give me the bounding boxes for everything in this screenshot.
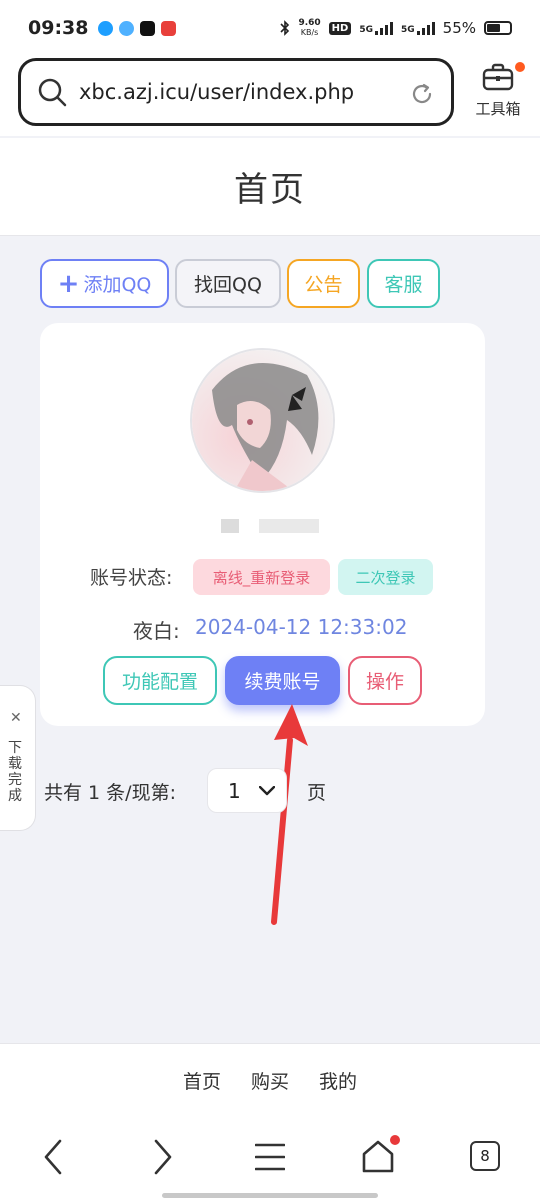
search-icon bbox=[38, 78, 67, 107]
battery-percent: 55% bbox=[442, 19, 476, 37]
url-field[interactable]: xbc.azj.icu/user/index.php bbox=[18, 58, 454, 126]
config-button[interactable]: 功能配置 bbox=[103, 656, 217, 705]
bottom-nav-buy[interactable]: 购买 bbox=[251, 1067, 289, 1094]
bottom-nav-mine[interactable]: 我的 bbox=[319, 1067, 357, 1094]
status-bar: 09:38 9.60 KB/s HD 5G 5G 55% bbox=[0, 0, 540, 56]
pagination-label: 共有 1 条/现第: bbox=[44, 782, 176, 804]
notice-button[interactable]: 公告 bbox=[287, 259, 360, 308]
toolbox-notification-dot bbox=[515, 62, 525, 72]
account-status-label: 账号状态: bbox=[90, 567, 173, 589]
page-bottom-nav: 首页 购买 我的 bbox=[0, 1043, 540, 1117]
url-text: xbc.azj.icu/user/index.php bbox=[79, 80, 355, 104]
close-icon[interactable]: ✕ bbox=[10, 710, 22, 726]
find-qq-label: 找回QQ bbox=[194, 274, 262, 296]
hd-icon: HD bbox=[328, 21, 352, 35]
page-select[interactable]: 1 bbox=[207, 768, 287, 813]
toolbox-button[interactable]: 工具箱 bbox=[470, 62, 526, 119]
masked-username-2 bbox=[259, 519, 319, 533]
service-button[interactable]: 客服 bbox=[367, 259, 440, 308]
status-indicators: 9.60 KB/s HD 5G 5G 55% bbox=[280, 19, 512, 37]
avatar-image bbox=[192, 350, 333, 491]
status-app-icons bbox=[98, 20, 177, 36]
page-header: 首页 bbox=[0, 138, 540, 236]
operate-button[interactable]: 操作 bbox=[348, 656, 422, 705]
pagination-suffix: 页 bbox=[307, 782, 327, 804]
download-complete-label: 下载完成 bbox=[8, 740, 22, 804]
back-icon[interactable] bbox=[42, 1137, 66, 1177]
status-time: 09:38 bbox=[28, 17, 89, 39]
status-badge-offline[interactable]: 离线_重新登录 bbox=[193, 559, 330, 595]
page-title: 首页 bbox=[234, 170, 306, 210]
forward-icon[interactable] bbox=[150, 1137, 174, 1177]
net-speed: 9.60 KB/s bbox=[298, 18, 321, 38]
find-qq-button[interactable]: 找回QQ bbox=[175, 259, 281, 308]
status-badge-second-login[interactable]: 二次登录 bbox=[338, 559, 433, 595]
signal-5g-2: 5G bbox=[401, 21, 435, 35]
news-app-icon bbox=[161, 20, 177, 36]
masked-username bbox=[221, 519, 239, 533]
notice-label: 公告 bbox=[304, 274, 343, 296]
account-name-label: 夜白: bbox=[133, 619, 180, 643]
home-notification-dot bbox=[390, 1135, 400, 1145]
add-qq-button[interactable]: + 添加QQ bbox=[40, 259, 169, 308]
browser-app-icon bbox=[98, 20, 114, 36]
renew-account-button[interactable]: 续费账号 bbox=[225, 656, 340, 705]
add-qq-label: 添加QQ bbox=[83, 274, 152, 296]
download-complete-tab[interactable]: ✕ 下载完成 bbox=[0, 685, 36, 831]
battery-icon bbox=[484, 21, 512, 35]
signal-bars-icon bbox=[416, 21, 435, 35]
signal-5g-1: 5G bbox=[359, 21, 393, 35]
toolbox-icon bbox=[482, 63, 514, 91]
cloud-app-icon bbox=[119, 20, 135, 36]
toolbox-label: 工具箱 bbox=[475, 100, 521, 118]
account-card: 账号状态: 离线_重新登录 二次登录 夜白: 2024-04-12 12:33:… bbox=[40, 323, 485, 726]
avatar bbox=[190, 348, 335, 493]
chevron-down-icon bbox=[258, 785, 275, 795]
address-bar: xbc.azj.icu/user/index.php 工具箱 bbox=[0, 56, 540, 136]
tab-count-button[interactable]: 8 bbox=[470, 1141, 500, 1171]
signal-bars-icon bbox=[375, 21, 393, 35]
account-timestamp: 2024-04-12 12:33:02 bbox=[195, 615, 408, 639]
menu-icon[interactable] bbox=[255, 1141, 285, 1173]
home-indicator bbox=[162, 1193, 378, 1198]
reload-icon[interactable] bbox=[409, 81, 435, 107]
service-label: 客服 bbox=[384, 274, 423, 296]
browser-nav-bar: 8 bbox=[0, 1117, 540, 1200]
home-icon[interactable] bbox=[361, 1138, 395, 1174]
plus-icon: + bbox=[57, 268, 80, 299]
page-select-value: 1 bbox=[228, 778, 241, 803]
bottom-nav-home[interactable]: 首页 bbox=[183, 1067, 221, 1094]
tiktok-app-icon bbox=[140, 20, 156, 36]
bluetooth-icon bbox=[280, 20, 290, 36]
